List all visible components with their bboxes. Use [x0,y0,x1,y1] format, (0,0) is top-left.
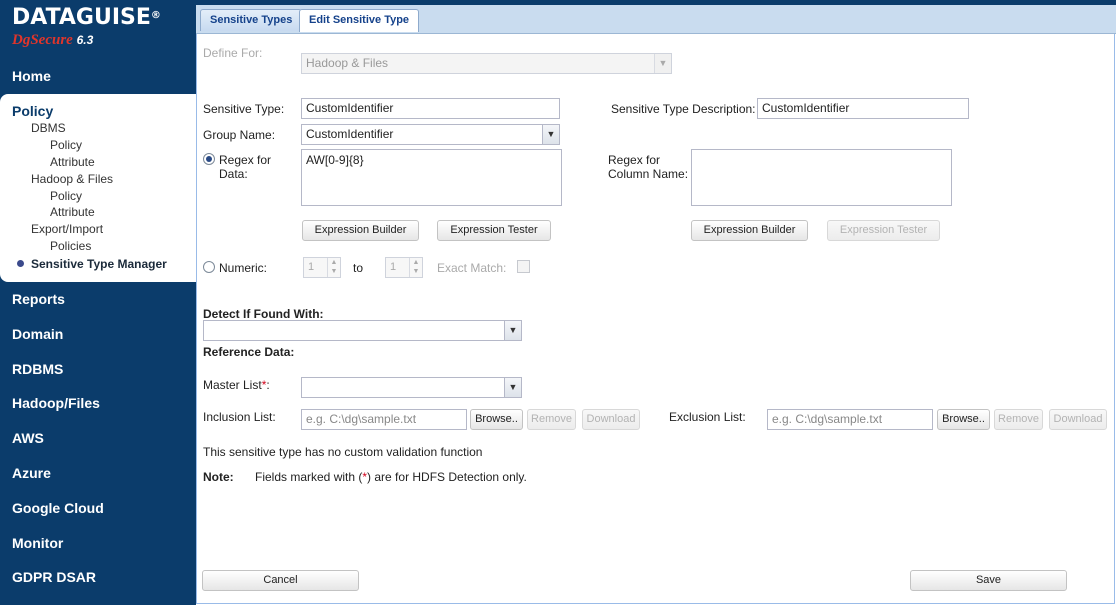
description-input[interactable]: CustomIdentifier [757,98,969,119]
exclusion-label: Exclusion List: [669,410,746,424]
master-list-select[interactable]: ▼ [301,377,522,398]
regex-column-textarea[interactable] [691,149,952,206]
active-bullet-icon [17,260,24,268]
define-for-select[interactable]: Hadoop & Files ▼ [301,53,672,74]
exact-match-checkbox[interactable] [517,260,530,273]
cancel-button[interactable]: Cancel [202,570,359,591]
nav-dbms-policy[interactable]: Policy [0,137,196,154]
nav-gdpr-dsar[interactable]: GDPR DSAR [0,560,196,595]
nav-rdbms[interactable]: RDBMS [0,352,196,387]
column-expression-builder-button[interactable]: Expression Builder [691,220,808,241]
column-expression-tester-button[interactable]: Expression Tester [827,220,940,241]
top-strip [196,0,1116,5]
nav-dbms[interactable]: DBMS [0,120,196,137]
nav-policy[interactable]: Policy [0,102,196,120]
group-name-label: Group Name: [203,128,276,142]
exclusion-browse-button[interactable]: Browse.. [937,409,990,430]
logo: DATAGUISE® DgSecure 6.3 [0,0,196,58]
numeric-label: Numeric: [219,261,268,275]
master-list-label: Master List*: [203,378,270,392]
tab-edit-sensitive-type[interactable]: Edit Sensitive Type [299,9,420,32]
define-for-label: Define For: [203,46,263,60]
sensitive-type-label: Sensitive Type: [203,102,285,116]
regex-column-label: Regex for [608,153,661,167]
sidebar: DATAGUISE® DgSecure 6.3 Home Policy DBMS… [0,0,196,605]
spinner-arrows-icon[interactable]: ▲ ▼ [409,258,422,277]
nav-export-policies[interactable]: Policies [0,238,196,255]
note-text: Fields marked with (*) are for HDFS Dete… [255,470,527,484]
nav-home[interactable]: Home [0,58,196,94]
nav-hadoop-attribute[interactable]: Attribute [0,204,196,221]
save-button[interactable]: Save [910,570,1067,591]
inclusion-input[interactable]: e.g. C:\dg\sample.txt [301,409,467,430]
inclusion-browse-button[interactable]: Browse.. [470,409,523,430]
tab-sensitive-types[interactable]: Sensitive Types [200,9,303,31]
regex-data-textarea[interactable]: AW[0-9]{8} [301,149,562,206]
validation-note: This sensitive type has no custom valida… [203,445,483,459]
chevron-down-icon: ▼ [654,54,671,73]
reference-data-label: Reference Data: [203,345,295,359]
nav-monitor[interactable]: Monitor [0,526,196,561]
spinner-arrows-icon[interactable]: ▲ ▼ [327,258,340,277]
nav-hadoop-policy[interactable]: Policy [0,188,196,205]
logo-brand: DATAGUISE® [12,5,161,30]
to-label: to [353,261,364,275]
nav-export-import[interactable]: Export/Import [0,221,196,238]
regex-data-label: Regex for [219,153,272,167]
expression-tester-button[interactable]: Expression Tester [437,220,551,241]
nav-sensitive-type-manager[interactable]: Sensitive Type Manager [0,255,196,273]
nav-google-cloud[interactable]: Google Cloud [0,491,196,526]
expression-builder-button[interactable]: Expression Builder [302,220,419,241]
numeric-to-spinner[interactable]: 1 ▲ ▼ [385,257,423,278]
logo-product: DgSecure 6.3 [12,32,94,48]
numeric-from-spinner[interactable]: 1 ▲ ▼ [303,257,341,278]
nav-hadoop-files-main[interactable]: Hadoop/Files [0,386,196,421]
group-name-select[interactable]: CustomIdentifier ▼ [301,124,560,145]
chevron-down-icon[interactable]: ▼ [504,321,521,340]
exclusion-input[interactable]: e.g. C:\dg\sample.txt [767,409,933,430]
exclusion-remove-button[interactable]: Remove [994,409,1043,430]
exclusion-download-button[interactable]: Download [1049,409,1107,430]
chevron-down-icon[interactable]: ▼ [504,378,521,397]
regex-data-label-2: Data: [219,167,248,181]
nav-reports[interactable]: Reports [0,282,196,317]
edit-form-panel: Define For: Hadoop & Files ▼ Sensitive T… [196,34,1115,604]
inclusion-label: Inclusion List: [203,410,276,424]
note-label: Note: [203,470,234,484]
detect-label: Detect If Found With: [203,307,324,321]
nav-dbms-attribute[interactable]: Attribute [0,154,196,171]
policy-panel: Policy DBMS Policy Attribute Hadoop & Fi… [0,94,196,282]
exact-match-label: Exact Match: [437,261,507,275]
nav-hadoop-files[interactable]: Hadoop & Files [0,171,196,188]
nav-azure[interactable]: Azure [0,456,196,491]
nav-domain[interactable]: Domain [0,317,196,352]
numeric-radio[interactable] [203,261,215,273]
regex-column-label-2: Column Name: [608,167,689,181]
inclusion-remove-button[interactable]: Remove [527,409,576,430]
regex-radio[interactable] [203,153,215,165]
detect-select[interactable]: ▼ [203,320,522,341]
nav-aws[interactable]: AWS [0,421,196,456]
description-label: Sensitive Type Description: [611,102,756,116]
sensitive-type-input[interactable]: CustomIdentifier [301,98,560,119]
inclusion-download-button[interactable]: Download [582,409,640,430]
chevron-down-icon[interactable]: ▼ [542,125,559,144]
